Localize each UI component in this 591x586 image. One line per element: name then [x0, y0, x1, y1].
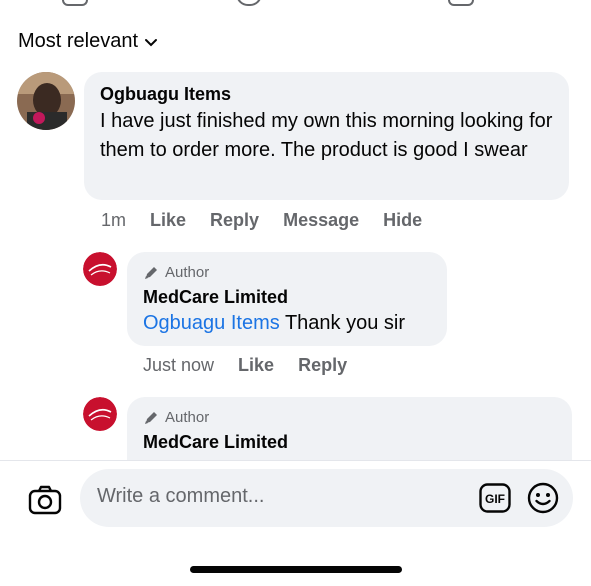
- author-badge: Author: [143, 409, 209, 426]
- reply-actions: Just now Like Reply: [143, 355, 347, 376]
- reply-button[interactable]: Reply: [298, 355, 347, 376]
- chevron-down-icon: [145, 38, 158, 46]
- comment-bubble: Ogbuagu Items I have just finished my ow…: [84, 72, 569, 200]
- author-badge-label: Author: [165, 264, 210, 281]
- camera-icon[interactable]: [28, 485, 62, 520]
- reply-author-name[interactable]: MedCare Limited: [143, 432, 288, 453]
- sort-label: Most relevant: [18, 30, 139, 52]
- comment-icon: [236, 0, 262, 6]
- pencil-icon: [145, 267, 157, 279]
- sort-comments-dropdown[interactable]: Most relevant: [18, 30, 158, 53]
- gif-label: GIF: [485, 492, 505, 506]
- reply-text: Ogbuagu Items Thank you sir: [143, 309, 405, 338]
- gif-button[interactable]: GIF: [479, 483, 511, 518]
- avatar-medcare-limited[interactable]: [83, 397, 117, 431]
- avatar-medcare-limited[interactable]: [83, 252, 117, 286]
- comment-timestamp: 1m: [101, 210, 127, 230]
- comment-input-placeholder: Write a comment...: [97, 485, 265, 507]
- reply-text-body: Thank you sir: [279, 312, 405, 334]
- share-icon: [448, 0, 474, 6]
- message-button[interactable]: Message: [283, 210, 359, 231]
- home-indicator: [190, 566, 402, 573]
- like-icon: [62, 0, 88, 6]
- comment-author-name[interactable]: Ogbuagu Items: [100, 84, 231, 105]
- like-button[interactable]: Like: [150, 210, 186, 231]
- like-button[interactable]: Like: [238, 355, 274, 376]
- mention-link[interactable]: Ogbuagu Items: [143, 312, 280, 334]
- previous-action-bar: [0, 0, 591, 8]
- author-badge-label: Author: [165, 409, 210, 426]
- reply-timestamp: Just now: [143, 355, 215, 375]
- comment-text: I have just finished my own this morning…: [100, 110, 553, 161]
- author-badge: Author: [143, 264, 209, 281]
- avatar-ogbuagu-items[interactable]: [17, 72, 75, 130]
- emoji-icon[interactable]: [527, 482, 559, 519]
- pencil-icon: [145, 412, 157, 424]
- hide-button[interactable]: Hide: [383, 210, 422, 231]
- reply-author-name[interactable]: MedCare Limited: [143, 287, 288, 308]
- reply-button[interactable]: Reply: [210, 210, 259, 231]
- comment-input[interactable]: Write a comment... GIF: [80, 469, 573, 527]
- reply-bubble: Author MedCare Limited Ogbuagu Items Tha…: [127, 252, 447, 346]
- comment-actions: 1m Like Reply Message Hide: [101, 210, 422, 231]
